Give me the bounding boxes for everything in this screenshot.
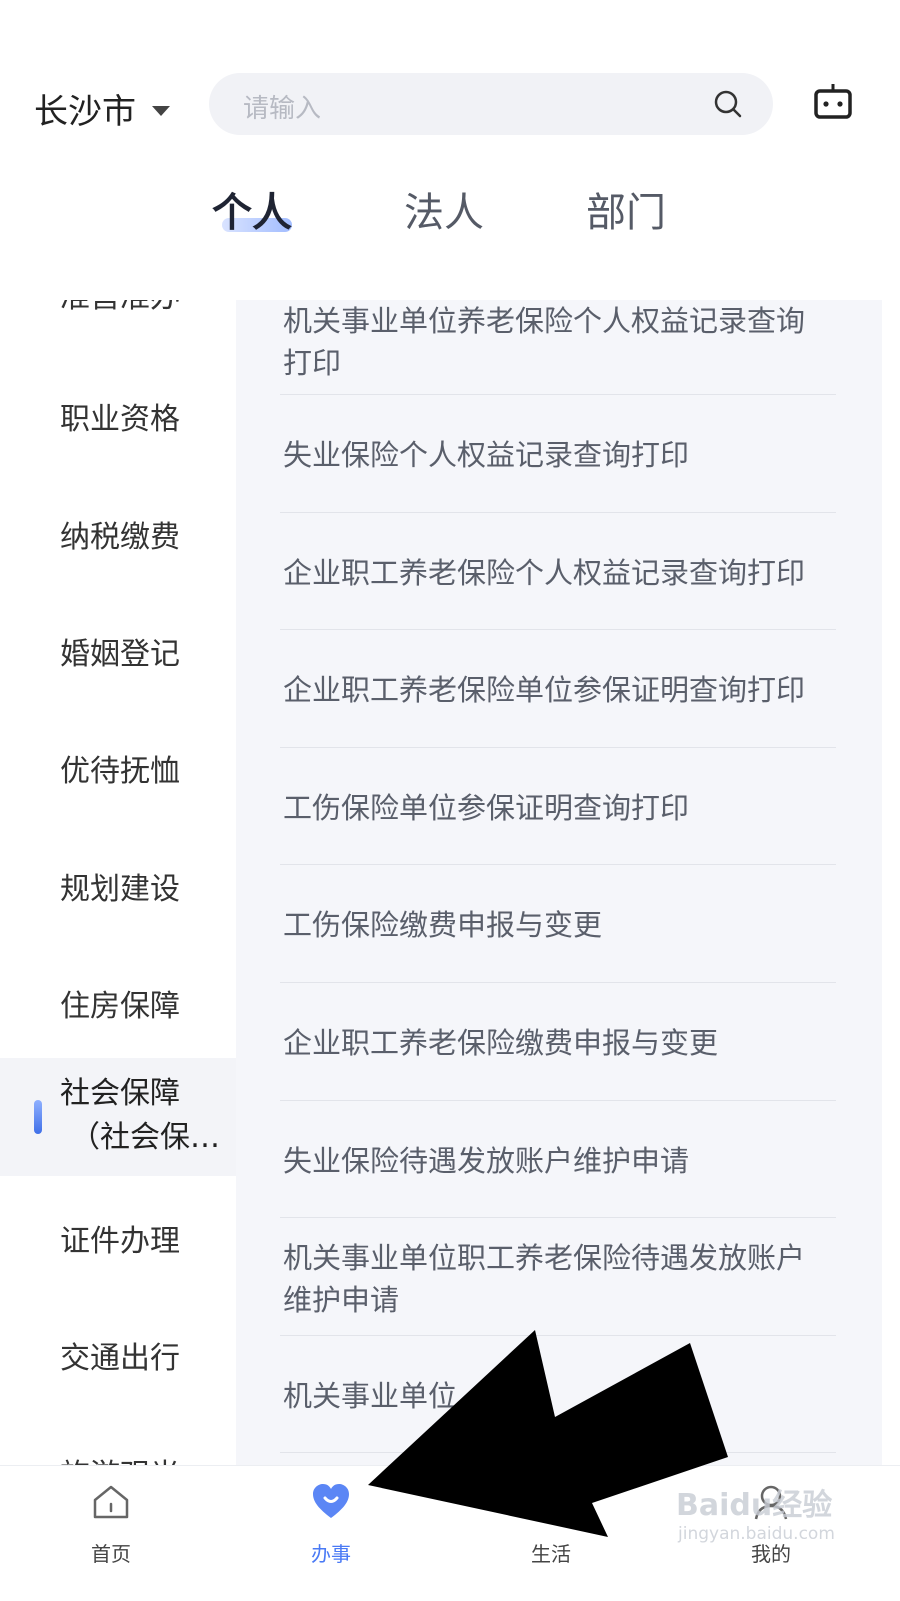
service-list[interactable]: 机关事业单位养老保险个人权益记录查询 打印 失业保险个人权益记录查询打印 企业职…	[236, 300, 882, 1465]
list-item-line1: 机关事业单位养老保险个人权益记录查询	[283, 304, 806, 338]
list-item-line1: 企业职工养老保险缴费申报与变更	[283, 1026, 719, 1060]
search-placeholder: 请输入	[243, 94, 322, 124]
list-item-line1: 机关事业单位职工养老保险待遇发放账户	[283, 1241, 806, 1275]
divider	[280, 747, 836, 748]
list-item-line2: 维护申请	[283, 1283, 400, 1317]
sidebar-item-partial-bottom[interactable]: 旅游观光	[60, 1450, 180, 1465]
list-item-line1: 工伤保险单位参保证明查询打印	[283, 791, 690, 825]
list-item-line1: 失业保险个人权益记录查询打印	[283, 438, 690, 472]
divider	[280, 1100, 836, 1101]
sidebar-item-professional-qualification[interactable]: 职业资格	[60, 394, 180, 438]
tab-legal-person[interactable]: 法人	[404, 180, 484, 238]
category-tabs: 个人 法人 部门	[0, 180, 900, 250]
sidebar-item-preferential-treatment[interactable]: 优待抚恤	[60, 746, 180, 790]
list-item[interactable]: 机关事业单位养老保险个人权益记录查询 打印	[283, 300, 839, 384]
sidebar-item-marriage-registration[interactable]: 婚姻登记	[60, 629, 180, 673]
list-item-line1: 失业保险待遇发放账户维护申请	[283, 1144, 690, 1178]
divider	[280, 512, 836, 513]
watermark-url: jingyan.baidu.com	[678, 1524, 835, 1544]
tab-personal[interactable]: 个人	[212, 180, 292, 238]
sidebar-item-certificates[interactable]: 证件办理	[60, 1216, 180, 1260]
divider	[280, 864, 836, 865]
list-item[interactable]: 工伤保险单位参保证明查询打印	[283, 787, 839, 829]
home-icon	[93, 1485, 129, 1519]
list-item[interactable]: 企业职工养老保险单位参保证明查询打印	[283, 669, 839, 711]
sidebar-item-social-security-line2: （社会保…	[70, 1120, 220, 1155]
nav-home-label: 首页	[91, 1542, 131, 1566]
search-input[interactable]: 请输入	[209, 73, 773, 135]
sidebar-item-transportation[interactable]: 交通出行	[60, 1333, 180, 1377]
divider	[280, 1217, 836, 1218]
list-item[interactable]: 企业职工养老保险个人权益记录查询打印	[283, 552, 839, 594]
tab-department[interactable]: 部门	[586, 180, 666, 238]
city-selector[interactable]: 长沙市	[34, 84, 170, 133]
list-item[interactable]: 失业保险待遇发放账户维护申请	[283, 1140, 839, 1182]
search-icon[interactable]	[713, 89, 743, 119]
nav-home[interactable]: 首页	[56, 1482, 166, 1567]
list-item[interactable]: 失业保险个人权益记录查询打印	[283, 434, 839, 476]
header: 长沙市 请输入 个人 法人 部门	[0, 0, 900, 300]
list-item-line1: 工伤保险缴费申报与变更	[283, 908, 603, 942]
divider	[280, 394, 836, 395]
sidebar-item-social-security-line1: 社会保障	[60, 1076, 180, 1111]
tab-department-label: 部门	[586, 190, 666, 236]
sidebar-item-social-security[interactable]: 社会保障 （社会保…	[60, 1072, 220, 1160]
sidebar-item-housing-security[interactable]: 住房保障	[60, 981, 180, 1025]
robot-assistant-icon[interactable]	[812, 82, 854, 124]
city-label: 长沙市	[34, 92, 136, 132]
divider	[280, 982, 836, 983]
divider	[280, 629, 836, 630]
sidebar-active-indicator	[34, 1100, 42, 1134]
heart-smile-icon	[313, 1484, 349, 1518]
list-item-line2: 打印	[283, 346, 342, 380]
watermark-logo: Baidu经验	[676, 1488, 833, 1523]
sidebar-item-tax-payment[interactable]: 纳税缴费	[60, 512, 180, 556]
tab-personal-label: 个人	[212, 190, 292, 236]
category-sidebar[interactable]: 准营准办 职业资格 纳税缴费 婚姻登记 优待抚恤 规划建设 住房保障 社会保障 …	[0, 300, 236, 1465]
caret-down-icon	[152, 105, 170, 116]
tab-legal-person-label: 法人	[404, 190, 484, 236]
list-item[interactable]: 机关事业单位职工养老保险待遇发放账户 维护申请	[283, 1237, 839, 1321]
list-item-line1: 企业职工养老保险单位参保证明查询打印	[283, 673, 806, 707]
list-item[interactable]: 企业职工养老保险缴费申报与变更	[283, 1022, 839, 1064]
sidebar-item-planning-construction[interactable]: 规划建设	[60, 864, 180, 908]
sidebar-item-partial-top[interactable]: 准营准办	[60, 300, 180, 316]
list-item-line1: 企业职工养老保险个人权益记录查询打印	[283, 556, 806, 590]
list-item[interactable]: 工伤保险缴费申报与变更	[283, 904, 839, 946]
